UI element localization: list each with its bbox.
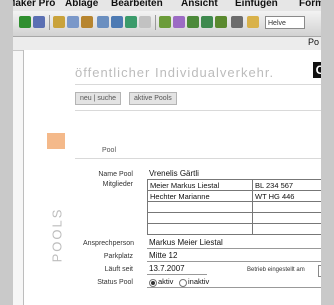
menu-ansicht[interactable]: Ansicht	[181, 0, 218, 9]
divider	[75, 84, 321, 85]
field-underline	[147, 248, 321, 249]
shape-icon[interactable]	[173, 16, 185, 28]
page-tagline: öffentlicher Individualverkehr.	[75, 65, 275, 80]
divider	[75, 158, 321, 159]
field-underline	[147, 287, 321, 288]
running-since-label: Läuft seit	[104, 266, 133, 273]
grid-icon[interactable]	[215, 16, 227, 28]
table-row	[147, 223, 321, 235]
section-header: Pool	[102, 147, 117, 154]
member-plate-cell[interactable]: BL 234 567	[252, 179, 321, 191]
paste-icon[interactable]	[81, 16, 93, 28]
new-search-button[interactable]: neu | suche	[75, 92, 122, 105]
field-underline	[147, 261, 321, 262]
section-accent-block	[47, 133, 65, 149]
name-pool-value[interactable]: Vrenelis Gärtli	[149, 169, 199, 178]
menu-ablage[interactable]: Ablage	[65, 0, 98, 9]
copy-icon[interactable]	[67, 16, 79, 28]
table-row	[147, 212, 321, 224]
status-active-radio[interactable]	[149, 279, 157, 287]
table-icon[interactable]	[111, 16, 123, 28]
status-pool-label: Status Pool	[97, 279, 133, 286]
member-name-cell[interactable]	[147, 201, 253, 213]
pools-vertical-text: POOLS	[49, 207, 65, 263]
parking-value[interactable]: Mitte 12	[149, 251, 177, 260]
contact-person-value[interactable]: Markus Meier Liestal	[149, 238, 223, 247]
chart-icon[interactable]	[159, 16, 171, 28]
image-icon[interactable]	[125, 16, 137, 28]
cut-icon[interactable]	[53, 16, 65, 28]
app-window: Maker Pro Ablage Bearbeiten Ansicht Einf…	[13, 0, 321, 305]
name-pool-label: Name Pool	[98, 171, 133, 178]
toolbar-separator	[49, 15, 50, 30]
member-plate-cell[interactable]	[252, 212, 321, 224]
contact-person-label: Ansprechperson	[83, 240, 134, 247]
menu-app[interactable]: Maker Pro	[13, 0, 55, 9]
pools-section-label: POOLS	[43, 200, 71, 270]
status-inactive-radio[interactable]	[179, 279, 187, 287]
help-icon[interactable]	[247, 16, 259, 28]
menu-einfuegen[interactable]: Einfügen	[235, 0, 278, 9]
frame-icon[interactable]	[187, 16, 199, 28]
member-name-cell[interactable]	[147, 223, 253, 235]
member-name-cell[interactable]: Meier Markus Liestal	[147, 179, 253, 191]
member-name-cell[interactable]: Hechter Marianne	[147, 190, 253, 202]
toolbar: Helve	[13, 11, 321, 37]
table-row: Meier Markus Liestal BL 234 567	[147, 179, 321, 191]
menu-format[interactable]: Forma	[299, 0, 321, 9]
members-label: Mitglieder	[102, 181, 133, 188]
ruler-label: Po	[307, 37, 319, 47]
text-icon[interactable]	[139, 16, 151, 28]
view-icon[interactable]	[231, 16, 243, 28]
parking-label: Parkplatz	[103, 253, 133, 260]
undo-icon[interactable]	[97, 16, 109, 28]
member-name-cell[interactable]	[147, 212, 253, 224]
status-active-label: aktiv	[158, 277, 174, 286]
status-inactive-label: inaktiv	[188, 277, 210, 286]
font-select[interactable]: Helve	[265, 16, 305, 29]
menu-bar: Maker Pro Ablage Bearbeiten Ansicht Einf…	[13, 0, 321, 11]
menu-bearbeiten[interactable]: Bearbeiten	[111, 0, 163, 9]
format-icon[interactable]	[33, 16, 45, 28]
table-row: Hechter Marianne WT HG 446	[147, 190, 321, 202]
running-since-value[interactable]: 13.7.2007	[149, 264, 185, 273]
link-icon[interactable]	[201, 16, 213, 28]
operation-stopped-label: Betrieb eingestellt am	[247, 267, 305, 273]
members-table: Meier Markus Liestal BL 234 567 Hechter …	[147, 179, 321, 235]
member-plate-cell[interactable]	[252, 223, 321, 235]
check-icon[interactable]	[19, 16, 31, 28]
member-plate-cell[interactable]: WT HG 446	[252, 190, 321, 202]
member-plate-cell[interactable]	[252, 201, 321, 213]
field-underline	[147, 274, 207, 275]
table-row	[147, 201, 321, 213]
active-pools-button[interactable]: aktive Pools	[129, 92, 177, 105]
ruler-bar: Po	[13, 37, 321, 51]
operation-stopped-input[interactable]	[318, 265, 321, 277]
toolbar-separator	[155, 15, 156, 30]
divider	[75, 110, 321, 111]
logo: C	[313, 62, 321, 78]
